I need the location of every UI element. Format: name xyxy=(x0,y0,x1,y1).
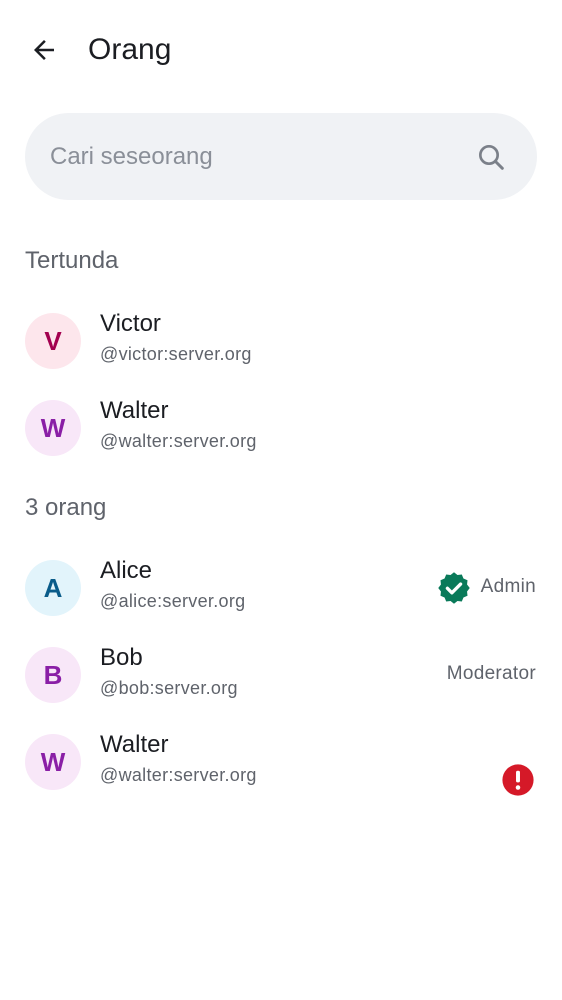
search-icon xyxy=(479,145,504,170)
member-handle: @walter:server.org xyxy=(100,765,257,785)
list-item[interactable]: A Alice @alice:server.org Admin xyxy=(0,544,562,632)
avatar: B xyxy=(25,647,81,703)
search-bar[interactable] xyxy=(25,113,537,200)
member-name: Alice xyxy=(100,557,153,584)
people-screen: Orang Tertunda V Victor @victor:server.o… xyxy=(0,0,562,1000)
member-handle: @bob:server.org xyxy=(100,678,238,698)
list-item[interactable]: V Victor @victor:server.org xyxy=(0,297,562,385)
member-name: Victor xyxy=(100,310,161,337)
avatar: A xyxy=(25,560,81,616)
verified-shield-icon xyxy=(438,572,470,604)
role-label: Admin xyxy=(480,576,536,597)
member-name: Bob xyxy=(100,644,143,671)
page-title: Orang xyxy=(88,33,172,66)
top-app-bar: Orang xyxy=(0,0,562,100)
section-header-member-count: 3 orang xyxy=(25,494,107,521)
arrow-left-icon xyxy=(34,40,54,60)
error-icon xyxy=(502,764,534,796)
avatar: W xyxy=(25,400,81,456)
list-item[interactable]: W Walter @walter:server.org xyxy=(0,384,562,472)
role-label: Moderator xyxy=(446,663,536,684)
avatar: W xyxy=(25,734,81,790)
list-item[interactable]: B Bob @bob:server.org Moderator xyxy=(0,631,562,719)
member-name: Walter xyxy=(100,397,169,424)
search-input[interactable] xyxy=(50,113,470,200)
member-handle: @walter:server.org xyxy=(100,431,257,451)
member-handle: @alice:server.org xyxy=(100,591,246,611)
back-button[interactable] xyxy=(24,30,64,70)
section-header-pending: Tertunda xyxy=(25,247,119,274)
member-handle: @victor:server.org xyxy=(100,344,252,364)
avatar: V xyxy=(25,313,81,369)
list-item[interactable]: W Walter @walter:server.org xyxy=(0,718,562,806)
member-name: Walter xyxy=(100,731,169,758)
